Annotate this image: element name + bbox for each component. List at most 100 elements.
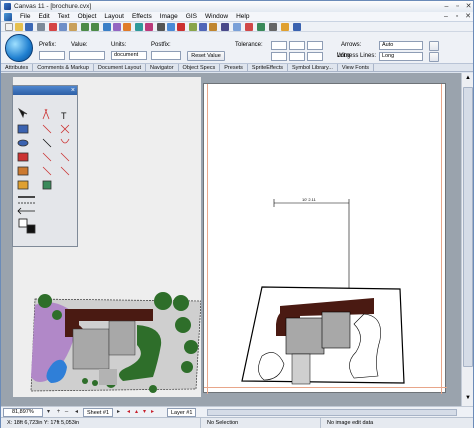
- app-window: Canvas 11 - [brochure.cvx] – ▫ ✕ File Ed…: [0, 0, 474, 428]
- grid-icon[interactable]: [135, 23, 143, 31]
- help-icon[interactable]: [293, 23, 301, 31]
- export-icon[interactable]: [189, 23, 197, 31]
- palette-tabs: Attributes Comments & Markup Document La…: [1, 64, 473, 72]
- document-icon[interactable]: [4, 12, 12, 21]
- doc-minimize-icon[interactable]: –: [441, 12, 451, 22]
- reset-value-button[interactable]: Reset Value: [187, 51, 225, 61]
- redo-icon[interactable]: [91, 23, 99, 31]
- save-icon[interactable]: [25, 23, 33, 31]
- add-sheet-icon[interactable]: ◂: [125, 408, 132, 417]
- zoom-icon[interactable]: [167, 23, 175, 31]
- properties-icon[interactable]: [233, 23, 241, 31]
- layer-selector[interactable]: Layer #1: [167, 408, 197, 417]
- stop-icon[interactable]: [177, 23, 185, 31]
- zoom-in-icon[interactable]: +: [55, 408, 62, 417]
- tab-attributes[interactable]: Attributes: [1, 64, 34, 71]
- close-icon[interactable]: ✕: [463, 2, 474, 11]
- window-title: Canvas 11 - [brochure.cvx]: [14, 3, 92, 10]
- tool-grid: T: [17, 107, 70, 234]
- undo-icon[interactable]: [81, 23, 89, 31]
- witness-settings-button[interactable]: [429, 52, 439, 62]
- palette-close-icon[interactable]: ×: [71, 86, 75, 95]
- image-icon[interactable]: [209, 23, 217, 31]
- postfix-field[interactable]: [151, 51, 181, 60]
- app-icon: [4, 3, 11, 10]
- menu-object[interactable]: Object: [74, 13, 101, 20]
- paste-icon[interactable]: [69, 23, 77, 31]
- position-field-b[interactable]: [289, 52, 305, 61]
- layer-icon[interactable]: [123, 23, 131, 31]
- dimension-globe-icon[interactable]: [5, 34, 33, 62]
- import-icon[interactable]: [199, 23, 207, 31]
- witness-lines-select[interactable]: Long: [379, 52, 423, 61]
- color-icon[interactable]: [145, 23, 153, 31]
- tab-symbol-library[interactable]: Symbol Library...: [288, 64, 338, 71]
- tab-presets[interactable]: Presets: [220, 64, 248, 71]
- tolerance-field-b[interactable]: [289, 41, 305, 50]
- prefix-field[interactable]: [39, 51, 65, 60]
- menu-window[interactable]: Window: [201, 13, 232, 20]
- site-plan-drawing: 10' 2.11: [241, 197, 405, 385]
- position-field-c[interactable]: [307, 52, 323, 61]
- scroll-down-icon[interactable]: ▼: [463, 395, 473, 403]
- tab-document-layout[interactable]: Document Layout: [94, 64, 146, 71]
- document-page[interactable]: 10' 2.11: [203, 83, 447, 394]
- highlight-icon[interactable]: [281, 23, 289, 31]
- menu-effects[interactable]: Effects: [128, 13, 156, 20]
- menu-file[interactable]: File: [16, 13, 34, 20]
- position-field-a[interactable]: [271, 52, 287, 61]
- tab-navigator[interactable]: Navigator: [146, 64, 179, 71]
- tolerance-field-c[interactable]: [307, 41, 323, 50]
- menu-layout[interactable]: Layout: [100, 13, 128, 20]
- house-block-wing: [321, 311, 351, 349]
- next-sheet-icon[interactable]: ▸: [115, 408, 122, 417]
- next-page-icon[interactable]: ▾: [141, 408, 148, 417]
- open-icon[interactable]: [15, 23, 23, 31]
- arrows-settings-button[interactable]: [429, 41, 439, 51]
- tolerance-field-a[interactable]: [271, 41, 287, 50]
- zoom-field[interactable]: 81,897%: [3, 408, 43, 417]
- align-icon[interactable]: [103, 23, 111, 31]
- script-icon[interactable]: [221, 23, 229, 31]
- print-icon[interactable]: [37, 23, 45, 31]
- navigation-bar: 81,897% ▾ + – ◂ Sheet #1 ▸ ◂ ▴ ▾ ▸ Layer…: [1, 406, 473, 417]
- measure-icon[interactable]: [269, 23, 277, 31]
- menu-edit[interactable]: Edit: [34, 13, 53, 20]
- vertical-scrollbar[interactable]: ▲ ▼: [461, 73, 473, 406]
- prev-page-icon[interactable]: ▴: [133, 408, 140, 417]
- copy-icon[interactable]: [59, 23, 67, 31]
- tool-palette-title: ×: [13, 86, 77, 95]
- text-icon[interactable]: [157, 23, 165, 31]
- horizontal-scroll-track[interactable]: [207, 409, 457, 416]
- units-select[interactable]: document: [111, 51, 147, 60]
- map-icon[interactable]: [257, 23, 265, 31]
- menu-gis[interactable]: GIS: [182, 13, 201, 20]
- status-bar: X: 18ft 6,723in Y: 17ft 5,053in No Selec…: [1, 417, 473, 428]
- last-page-icon[interactable]: ▸: [149, 408, 156, 417]
- minimize-icon[interactable]: –: [441, 2, 452, 11]
- vertical-scroll-thumb[interactable]: [463, 87, 473, 367]
- tab-comments-markup[interactable]: Comments & Markup: [33, 64, 94, 71]
- cursor-coordinates: X: 18ft 6,723in Y: 17ft 5,053in: [1, 418, 201, 428]
- arrows-select[interactable]: Auto: [379, 41, 423, 50]
- sheet-selector[interactable]: Sheet #1: [83, 408, 114, 417]
- tab-view-fonts[interactable]: View Fonts: [338, 64, 374, 71]
- delete-icon[interactable]: [245, 23, 253, 31]
- cut-icon[interactable]: [49, 23, 57, 31]
- menu-help[interactable]: Help: [232, 13, 253, 20]
- restore-icon[interactable]: ▫: [452, 2, 463, 11]
- new-icon[interactable]: [5, 23, 13, 31]
- menu-text[interactable]: Text: [54, 13, 74, 20]
- group-icon[interactable]: [113, 23, 121, 31]
- value-field[interactable]: [69, 51, 105, 60]
- tab-spriteeffects[interactable]: SpriteEffects: [248, 64, 289, 71]
- doc-close-icon[interactable]: ✕: [463, 12, 473, 22]
- menu-image[interactable]: Image: [156, 13, 182, 20]
- zoom-out-icon[interactable]: –: [63, 408, 70, 417]
- scroll-up-icon[interactable]: ▲: [463, 75, 473, 83]
- first-sheet-icon[interactable]: ◂: [73, 408, 80, 417]
- doc-restore-icon[interactable]: ▫: [452, 12, 462, 22]
- units-label: Units:: [111, 42, 127, 48]
- tab-object-specs[interactable]: Object Specs: [179, 64, 221, 71]
- zoom-down-icon[interactable]: ▾: [45, 408, 52, 417]
